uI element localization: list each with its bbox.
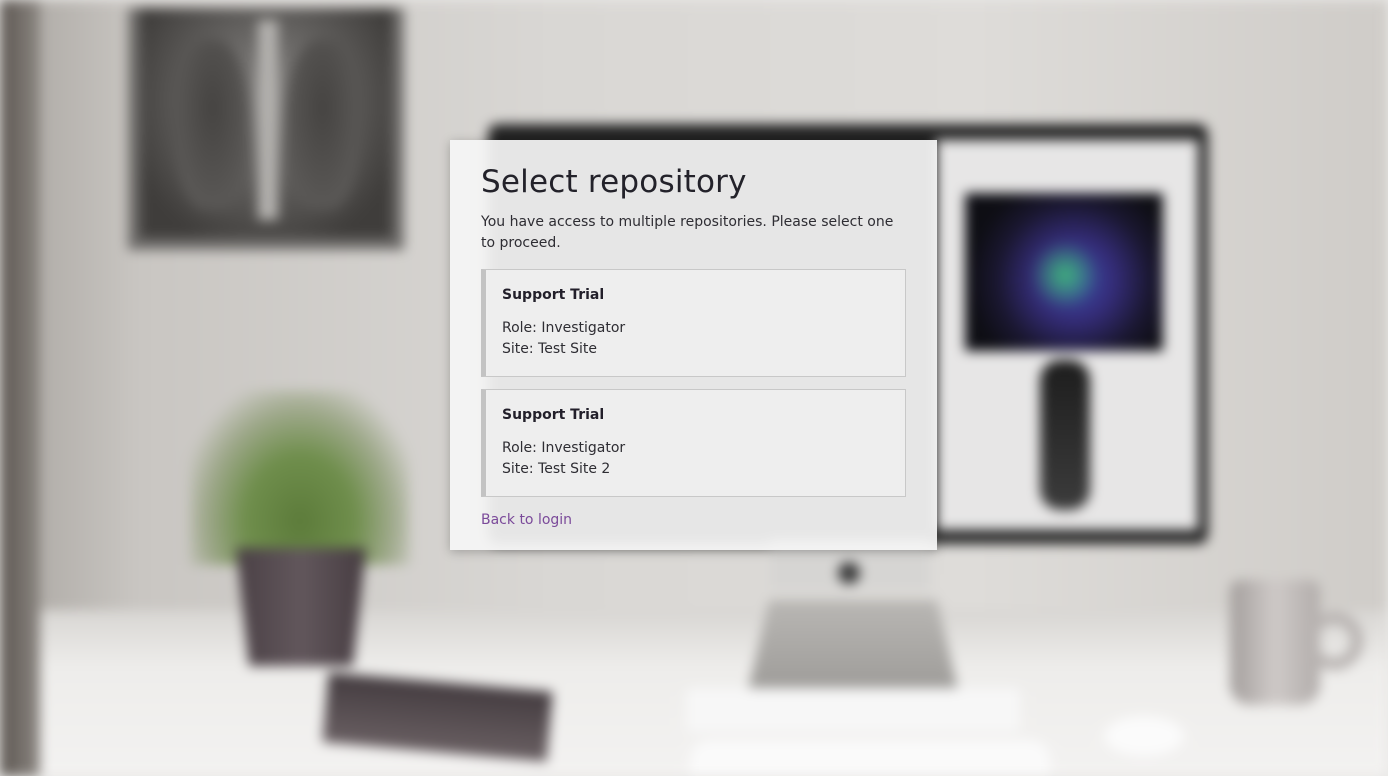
repository-item-test-site[interactable]: Support Trial Role: Investigator Site: T… bbox=[481, 269, 906, 377]
select-repository-dialog: Select repository You have access to mul… bbox=[450, 140, 937, 550]
login-page: Select repository You have access to mul… bbox=[0, 0, 1388, 776]
page-title: Select repository bbox=[481, 164, 747, 200]
repository-role: Role: Investigator bbox=[502, 440, 626, 456]
background-mouse bbox=[1104, 716, 1184, 756]
monitor-stand bbox=[748, 600, 958, 690]
background-trackpad bbox=[690, 740, 1050, 776]
back-to-login-link[interactable]: Back to login bbox=[481, 510, 572, 530]
dialog-description: You have access to multiple repositories… bbox=[481, 214, 894, 251]
repository-site: Site: Test Site 2 bbox=[502, 461, 611, 477]
monitor-body-scan bbox=[1040, 360, 1090, 510]
background-left-shadow bbox=[0, 0, 40, 776]
plant-pot bbox=[236, 548, 366, 666]
xray-spine bbox=[258, 20, 278, 220]
monitor-scan-highlight bbox=[1030, 240, 1100, 310]
repository-site: Site: Test Site bbox=[502, 341, 597, 357]
xray-lung-right bbox=[285, 40, 360, 210]
xray-lung-left bbox=[175, 40, 250, 210]
repository-name: Support Trial bbox=[502, 287, 605, 303]
repository-name: Support Trial bbox=[502, 407, 605, 423]
background-mug-handle bbox=[1305, 612, 1363, 670]
repository-item-test-site-2[interactable]: Support Trial Role: Investigator Site: T… bbox=[481, 389, 906, 497]
repository-list: Support Trial Role: Investigator Site: T… bbox=[481, 269, 906, 497]
background-keyboard bbox=[686, 688, 1020, 732]
repository-role: Role: Investigator bbox=[502, 320, 626, 336]
plant-leaves bbox=[190, 390, 410, 565]
monitor-logo bbox=[838, 562, 860, 584]
